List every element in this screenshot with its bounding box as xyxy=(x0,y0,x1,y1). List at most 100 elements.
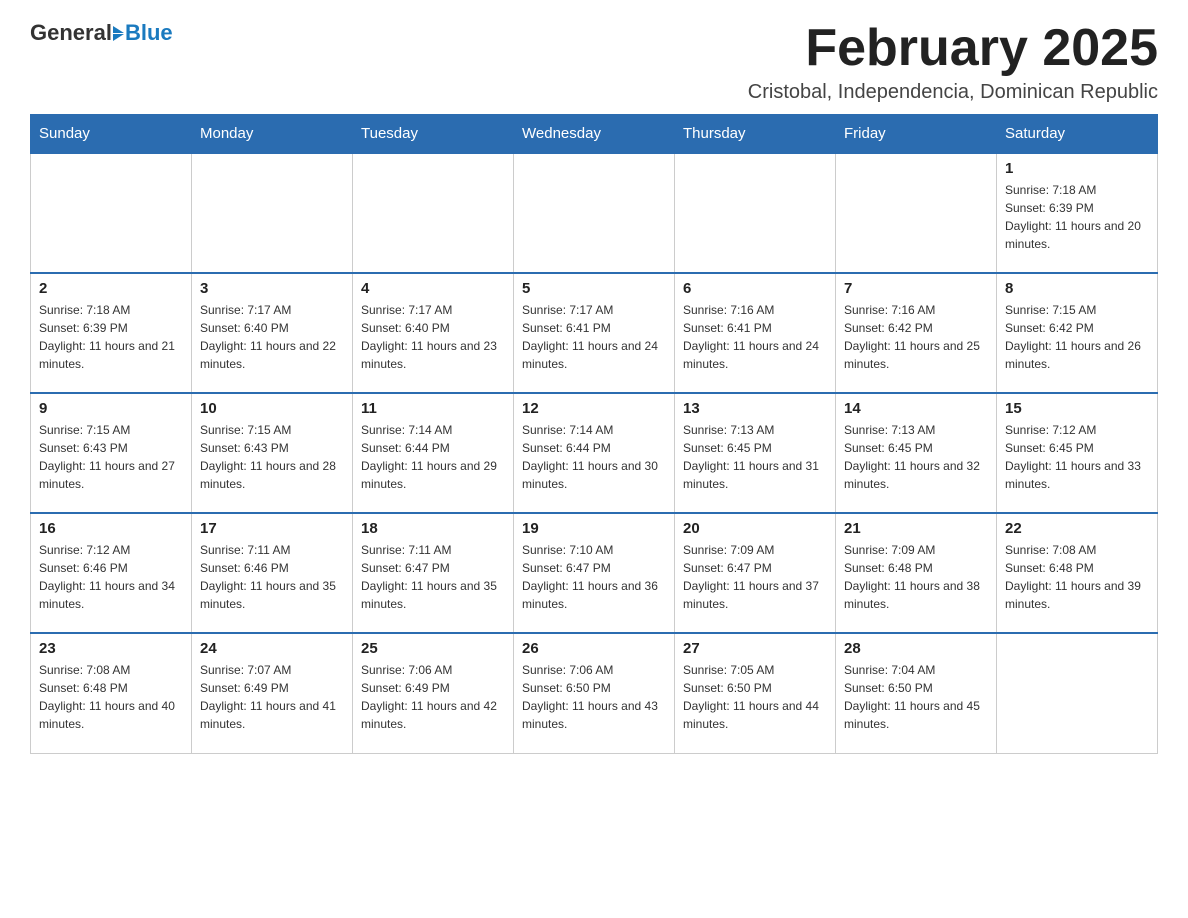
calendar-table: SundayMondayTuesdayWednesdayThursdayFrid… xyxy=(30,114,1158,754)
header-sunday: Sunday xyxy=(31,115,192,154)
header-thursday: Thursday xyxy=(675,115,836,154)
day-number: 6 xyxy=(683,280,827,297)
calendar-cell-w4-d5: 28 Sunrise: 7:04 AM Sunset: 6:50 PM Dayli… xyxy=(836,633,997,753)
day-info: Sunrise: 7:13 AM Sunset: 6:45 PM Dayligh… xyxy=(683,421,827,493)
calendar-cell-w1-d0: 2 Sunrise: 7:18 AM Sunset: 6:39 PM Daylig… xyxy=(31,273,192,393)
header-friday: Friday xyxy=(836,115,997,154)
logo: General Blue xyxy=(30,20,173,46)
day-number: 24 xyxy=(200,640,344,657)
day-info: Sunrise: 7:14 AM Sunset: 6:44 PM Dayligh… xyxy=(522,421,666,493)
header-monday: Monday xyxy=(192,115,353,154)
day-info: Sunrise: 7:16 AM Sunset: 6:42 PM Dayligh… xyxy=(844,301,988,373)
logo-triangle-top xyxy=(113,26,124,33)
calendar-cell-w2-d6: 15Sunrise: 7:12 AM Sunset: 6:45 PM Dayli… xyxy=(997,393,1158,513)
day-info: Sunrise: 7:17 AM Sunset: 6:40 PM Dayligh… xyxy=(361,301,505,373)
day-number: 4 xyxy=(361,280,505,297)
calendar-cell-w2-d0: 9 Sunrise: 7:15 AM Sunset: 6:43 PM Daylig… xyxy=(31,393,192,513)
day-info: Sunrise: 7:15 AM Sunset: 6:43 PM Dayligh… xyxy=(39,421,183,493)
day-number: 3 xyxy=(200,280,344,297)
calendar-cell-w4-d0: 23 Sunrise: 7:08 AM Sunset: 6:48 PM Dayli… xyxy=(31,633,192,753)
location-title: Cristobal, Independencia, Dominican Repu… xyxy=(748,81,1158,104)
day-info: Sunrise: 7:18 AM Sunset: 6:39 PM Dayligh… xyxy=(1005,181,1149,253)
day-info: Sunrise: 7:12 AM Sunset: 6:46 PM Dayligh… xyxy=(39,541,183,613)
day-number: 27 xyxy=(683,640,827,657)
day-info: Sunrise: 7:12 AM Sunset: 6:45 PM Dayligh… xyxy=(1005,421,1149,493)
calendar-cell-w4-d3: 26Sunrise: 7:06 AM Sunset: 6:50 PM Dayli… xyxy=(514,633,675,753)
day-number: 9 xyxy=(39,400,183,417)
calendar-cell-w1-d1: 3Sunrise: 7:17 AM Sunset: 6:40 PM Daylig… xyxy=(192,273,353,393)
calendar-cell-w0-d2 xyxy=(353,153,514,273)
day-number: 13 xyxy=(683,400,827,417)
calendar-cell-w3-d2: 18 Sunrise: 7:11 AM Sunset: 6:47 PM Dayli… xyxy=(353,513,514,633)
calendar-cell-w3-d3: 19 Sunrise: 7:10 AM Sunset: 6:47 PM Dayli… xyxy=(514,513,675,633)
calendar-cell-w2-d3: 12 Sunrise: 7:14 AM Sunset: 6:44 PM Dayli… xyxy=(514,393,675,513)
calendar-cell-w4-d1: 24 Sunrise: 7:07 AM Sunset: 6:49 PM Dayli… xyxy=(192,633,353,753)
day-info: Sunrise: 7:18 AM Sunset: 6:39 PM Dayligh… xyxy=(39,301,183,373)
calendar-cell-w0-d4 xyxy=(675,153,836,273)
day-info: Sunrise: 7:08 AM Sunset: 6:48 PM Dayligh… xyxy=(1005,541,1149,613)
title-area: February 2025 Cristobal, Independencia, … xyxy=(748,20,1158,104)
logo-area: General Blue xyxy=(30,20,173,46)
header-tuesday: Tuesday xyxy=(353,115,514,154)
day-number: 16 xyxy=(39,520,183,537)
day-number: 7 xyxy=(844,280,988,297)
calendar-cell-w0-d5 xyxy=(836,153,997,273)
calendar-cell-w2-d4: 13 Sunrise: 7:13 AM Sunset: 6:45 PM Dayli… xyxy=(675,393,836,513)
day-number: 19 xyxy=(522,520,666,537)
calendar-cell-w2-d5: 14 Sunrise: 7:13 AM Sunset: 6:45 PM Dayli… xyxy=(836,393,997,513)
day-info: Sunrise: 7:15 AM Sunset: 6:43 PM Dayligh… xyxy=(200,421,344,493)
calendar-cell-w3-d6: 22 Sunrise: 7:08 AM Sunset: 6:48 PM Dayli… xyxy=(997,513,1158,633)
calendar-cell-w4-d6 xyxy=(997,633,1158,753)
calendar-week-2: 9 Sunrise: 7:15 AM Sunset: 6:43 PM Daylig… xyxy=(31,393,1158,513)
logo-text: General Blue xyxy=(30,20,173,46)
logo-general-text: General xyxy=(30,20,112,46)
day-number: 11 xyxy=(361,400,505,417)
day-number: 28 xyxy=(844,640,988,657)
calendar-cell-w0-d3 xyxy=(514,153,675,273)
header: General Blue February 2025 Cristobal, In… xyxy=(30,20,1158,104)
day-info: Sunrise: 7:13 AM Sunset: 6:45 PM Dayligh… xyxy=(844,421,988,493)
calendar-cell-w3-d5: 21Sunrise: 7:09 AM Sunset: 6:48 PM Dayli… xyxy=(836,513,997,633)
calendar-cell-w2-d2: 11 Sunrise: 7:14 AM Sunset: 6:44 PM Dayli… xyxy=(353,393,514,513)
day-info: Sunrise: 7:17 AM Sunset: 6:41 PM Dayligh… xyxy=(522,301,666,373)
day-number: 18 xyxy=(361,520,505,537)
day-number: 8 xyxy=(1005,280,1149,297)
day-info: Sunrise: 7:11 AM Sunset: 6:47 PM Dayligh… xyxy=(361,541,505,613)
calendar-cell-w1-d3: 5 Sunrise: 7:17 AM Sunset: 6:41 PM Daylig… xyxy=(514,273,675,393)
day-number: 12 xyxy=(522,400,666,417)
calendar-cell-w2-d1: 10 Sunrise: 7:15 AM Sunset: 6:43 PM Dayli… xyxy=(192,393,353,513)
calendar-week-4: 23 Sunrise: 7:08 AM Sunset: 6:48 PM Dayli… xyxy=(31,633,1158,753)
calendar-week-3: 16 Sunrise: 7:12 AM Sunset: 6:46 PM Dayli… xyxy=(31,513,1158,633)
day-info: Sunrise: 7:06 AM Sunset: 6:49 PM Dayligh… xyxy=(361,661,505,733)
month-title: February 2025 xyxy=(748,20,1158,77)
day-number: 14 xyxy=(844,400,988,417)
day-number: 20 xyxy=(683,520,827,537)
calendar-cell-w0-d6: 1Sunrise: 7:18 AM Sunset: 6:39 PM Daylig… xyxy=(997,153,1158,273)
day-info: Sunrise: 7:11 AM Sunset: 6:46 PM Dayligh… xyxy=(200,541,344,613)
calendar-week-0: 1Sunrise: 7:18 AM Sunset: 6:39 PM Daylig… xyxy=(31,153,1158,273)
day-info: Sunrise: 7:10 AM Sunset: 6:47 PM Dayligh… xyxy=(522,541,666,613)
calendar-cell-w4-d2: 25Sunrise: 7:06 AM Sunset: 6:49 PM Dayli… xyxy=(353,633,514,753)
calendar-cell-w1-d2: 4 Sunrise: 7:17 AM Sunset: 6:40 PM Daylig… xyxy=(353,273,514,393)
calendar-cell-w3-d1: 17Sunrise: 7:11 AM Sunset: 6:46 PM Dayli… xyxy=(192,513,353,633)
day-info: Sunrise: 7:04 AM Sunset: 6:50 PM Dayligh… xyxy=(844,661,988,733)
day-number: 23 xyxy=(39,640,183,657)
day-number: 2 xyxy=(39,280,183,297)
day-info: Sunrise: 7:08 AM Sunset: 6:48 PM Dayligh… xyxy=(39,661,183,733)
day-info: Sunrise: 7:07 AM Sunset: 6:49 PM Dayligh… xyxy=(200,661,344,733)
calendar-cell-w1-d4: 6 Sunrise: 7:16 AM Sunset: 6:41 PM Daylig… xyxy=(675,273,836,393)
day-info: Sunrise: 7:16 AM Sunset: 6:41 PM Dayligh… xyxy=(683,301,827,373)
day-info: Sunrise: 7:14 AM Sunset: 6:44 PM Dayligh… xyxy=(361,421,505,493)
calendar-week-1: 2 Sunrise: 7:18 AM Sunset: 6:39 PM Daylig… xyxy=(31,273,1158,393)
calendar-cell-w3-d0: 16 Sunrise: 7:12 AM Sunset: 6:46 PM Dayli… xyxy=(31,513,192,633)
day-number: 22 xyxy=(1005,520,1149,537)
calendar-cell-w0-d0 xyxy=(31,153,192,273)
day-number: 10 xyxy=(200,400,344,417)
calendar-cell-w3-d4: 20 Sunrise: 7:09 AM Sunset: 6:47 PM Dayli… xyxy=(675,513,836,633)
day-number: 26 xyxy=(522,640,666,657)
day-number: 5 xyxy=(522,280,666,297)
day-info: Sunrise: 7:09 AM Sunset: 6:47 PM Dayligh… xyxy=(683,541,827,613)
calendar-cell-w1-d5: 7 Sunrise: 7:16 AM Sunset: 6:42 PM Daylig… xyxy=(836,273,997,393)
calendar-cell-w4-d4: 27Sunrise: 7:05 AM Sunset: 6:50 PM Dayli… xyxy=(675,633,836,753)
logo-blue-text: Blue xyxy=(125,20,173,46)
